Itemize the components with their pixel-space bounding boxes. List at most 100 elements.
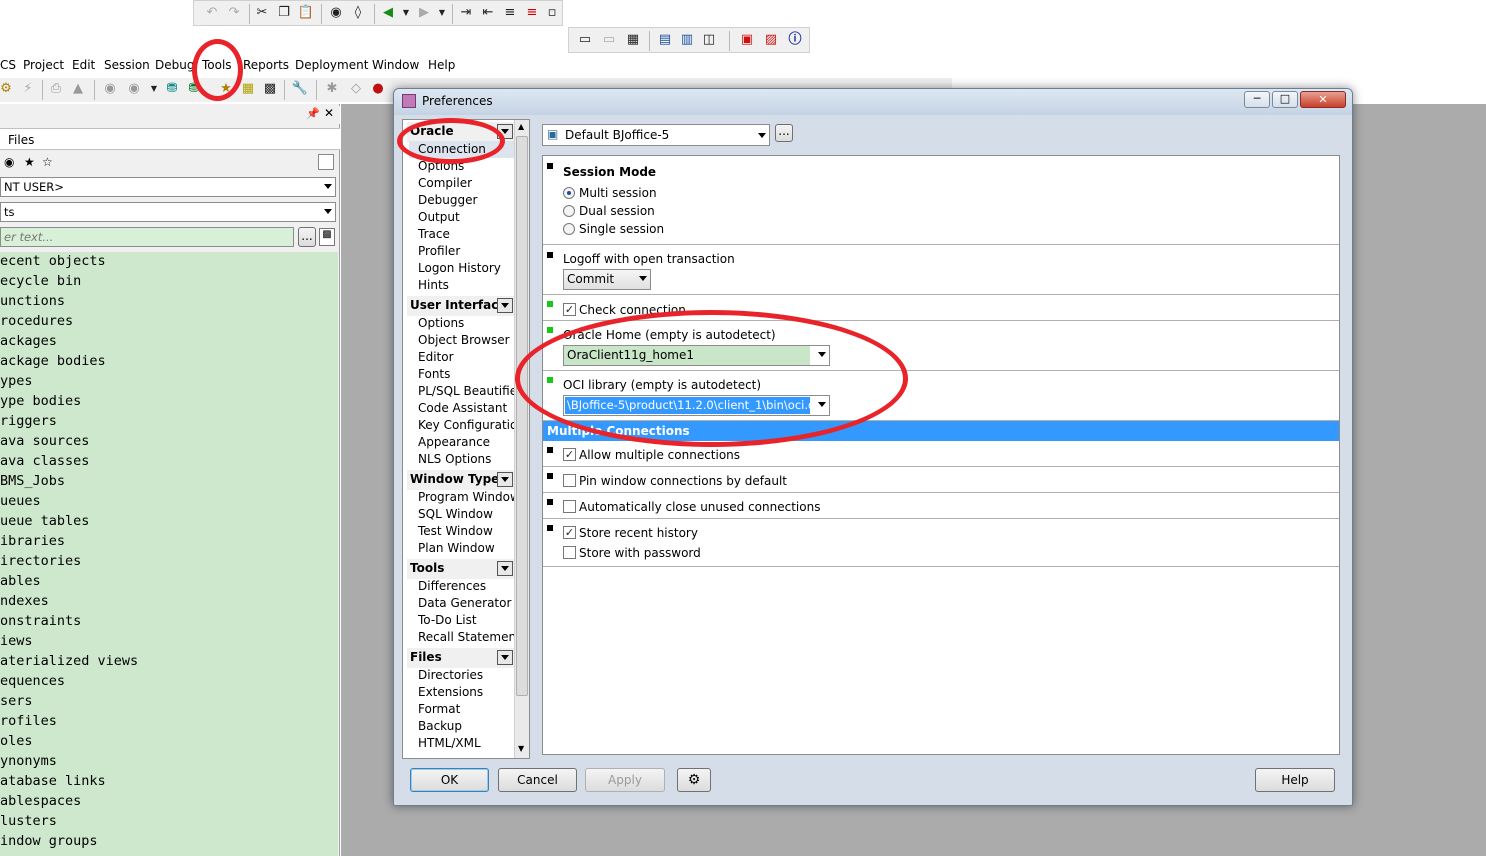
tree-item[interactable]: ecent objects	[0, 252, 106, 272]
tree-item[interactable]: ava classes	[0, 452, 89, 472]
filter-input[interactable]: er text...	[0, 227, 294, 247]
single-session-radio[interactable]	[563, 223, 575, 235]
chevron-down-icon[interactable]	[497, 561, 513, 576]
tree-item[interactable]: riggers	[0, 412, 57, 432]
nav-item-plan-window[interactable]: Plan Window	[418, 540, 495, 557]
tree-item[interactable]: irectories	[0, 552, 81, 572]
pin-window-checkbox[interactable]	[563, 474, 576, 487]
clear-icon[interactable]: ▫	[542, 3, 562, 23]
tree-item[interactable]: ueues	[0, 492, 41, 512]
nav-header-window-types[interactable]: Window Types	[407, 470, 514, 490]
pin-icon[interactable]: 📌	[306, 107, 320, 120]
tree-item[interactable]: ibraries	[0, 532, 65, 552]
nav-item-data-generator[interactable]: Data Generator	[418, 595, 511, 612]
nav-item-recall-statement[interactable]: Recall Statement	[418, 629, 521, 646]
nav-item-fonts[interactable]: Fonts	[418, 366, 450, 383]
tree-item[interactable]: ackages	[0, 332, 57, 352]
redo-icon[interactable]: ↷	[224, 3, 244, 23]
nav-item-object-browser[interactable]: Object Browser	[418, 332, 510, 349]
tree-item[interactable]: onstraints	[0, 612, 81, 632]
eraser-icon[interactable]: ◇	[346, 79, 366, 99]
nav-item-compiler[interactable]: Compiler	[418, 175, 472, 192]
nav-item-differences[interactable]: Differences	[418, 578, 486, 595]
copy-icon[interactable]: ❐	[274, 3, 294, 23]
back-icon[interactable]: ◀	[378, 3, 398, 23]
nav-item-hints[interactable]: Hints	[418, 277, 449, 294]
maximize-button[interactable]: □	[1272, 91, 1298, 108]
nav-item-logon-history[interactable]: Logon History	[418, 260, 501, 277]
uncomment-icon[interactable]: ≡	[522, 3, 542, 23]
help-button[interactable]: Help	[1255, 768, 1335, 792]
filter-clear-icon[interactable]: ▩	[319, 228, 335, 246]
nav-item-editor[interactable]: Editor	[418, 349, 454, 366]
chevron-down-icon[interactable]	[497, 650, 513, 665]
nav-item-test-window[interactable]: Test Window	[418, 523, 493, 540]
chevron-down-icon[interactable]: ▼	[432, 3, 452, 23]
object-type-combo[interactable]: ts	[0, 202, 336, 222]
nav-item-format[interactable]: Format	[418, 701, 460, 718]
tree-item[interactable]: indow groups	[0, 832, 98, 852]
window-list-icon[interactable]: ▭	[575, 30, 595, 50]
nav-item-options[interactable]: Options	[418, 315, 464, 332]
multi-session-radio[interactable]	[563, 187, 575, 199]
tile-vertical-icon[interactable]: ▥	[677, 30, 697, 50]
logoff-combo[interactable]: Commit	[563, 269, 651, 290]
filter-add-icon[interactable]: ★	[24, 155, 35, 169]
user-combo[interactable]: NT USER>	[0, 177, 336, 197]
tree-item[interactable]: unctions	[0, 292, 65, 312]
chevron-down-icon[interactable]: ▼	[144, 79, 164, 99]
scroll-down-icon[interactable]: ▼	[518, 744, 524, 753]
allow-multiple-checkbox[interactable]: ✓	[563, 448, 576, 461]
tree-item[interactable]: ablespaces	[0, 792, 81, 812]
tree-item[interactable]: ables	[0, 572, 41, 592]
nav-header-files[interactable]: Files	[407, 648, 514, 668]
forward-icon[interactable]: ▶	[414, 3, 434, 23]
menu-item-deployment[interactable]: Deployment	[295, 56, 368, 76]
menu-item-debug[interactable]: Debug	[155, 56, 194, 76]
export-icon[interactable]: ▲	[68, 79, 88, 99]
tree-item[interactable]: ype bodies	[0, 392, 81, 412]
nav-item-to-do-list[interactable]: To-Do List	[418, 612, 477, 629]
store-password-checkbox[interactable]	[563, 546, 576, 559]
tree-item[interactable]: atabase links	[0, 772, 106, 792]
info-icon[interactable]: ⓘ	[785, 30, 805, 50]
chevron-down-icon[interactable]: ▼	[396, 3, 416, 23]
plan-icon[interactable]: ◉	[124, 79, 144, 99]
dual-session-radio[interactable]	[563, 205, 575, 217]
stop-icon[interactable]: ●	[368, 79, 388, 99]
menu-item-session[interactable]: Session	[104, 56, 150, 76]
binoculars-icon[interactable]: ◉	[4, 155, 14, 169]
nav-header-tools[interactable]: Tools	[407, 559, 514, 579]
panel-option-box[interactable]	[318, 154, 334, 170]
tree-item[interactable]: ecycle bin	[0, 272, 81, 292]
files-tab[interactable]: Files	[0, 128, 340, 150]
print-icon[interactable]: ⎙	[46, 79, 66, 99]
nav-item-code-assistant[interactable]: Code Assistant	[418, 400, 507, 417]
chevron-down-icon[interactable]	[497, 472, 513, 487]
close-button[interactable]: ✕	[1300, 91, 1346, 108]
nav-item-nls-options[interactable]: NLS Options	[418, 451, 491, 468]
gear-icon[interactable]: ⚙	[0, 79, 16, 99]
find-icon[interactable]: ◉	[326, 3, 346, 23]
ok-button[interactable]: OK	[410, 768, 489, 792]
nav-item-program-window[interactable]: Program Window	[418, 489, 520, 506]
window-tile-icon[interactable]: ▦	[623, 30, 643, 50]
connection-combo[interactable]: ▣ Default BJoffice-5	[542, 124, 770, 146]
close-icon[interactable]: ✕	[324, 106, 334, 120]
sql-icon[interactable]: ◉	[100, 79, 120, 99]
nav-item-output[interactable]: Output	[418, 209, 460, 226]
wrench-icon[interactable]: 🔧	[290, 79, 310, 99]
paste-icon[interactable]: 📋	[296, 3, 316, 23]
nav-item-trace[interactable]: Trace	[418, 226, 450, 243]
cut-icon[interactable]: ✂	[252, 3, 272, 23]
layout-icon[interactable]: ◫	[699, 30, 719, 50]
nav-item-debugger[interactable]: Debugger	[418, 192, 477, 209]
filter-browse-button[interactable]: ...	[298, 227, 316, 247]
menu-item-vcs[interactable]: CS	[0, 56, 16, 76]
nav-item-appearance[interactable]: Appearance	[418, 434, 490, 451]
cancel-button[interactable]: Cancel	[498, 768, 577, 792]
tile-horizontal-icon[interactable]: ▤	[655, 30, 675, 50]
tree-item[interactable]: ynonyms	[0, 752, 57, 772]
tree-item[interactable]: aterialized views	[0, 652, 138, 672]
nav-item-extensions[interactable]: Extensions	[418, 684, 483, 701]
